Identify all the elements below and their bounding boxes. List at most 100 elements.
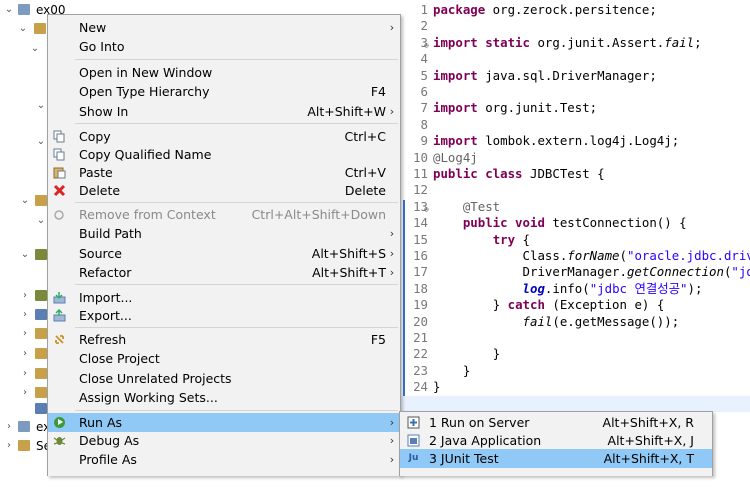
menu-item-shortcut: Ctrl+V [344,165,386,180]
code-line[interactable]: 2 [398,18,750,34]
package-icon [35,195,47,206]
collapse-arrow-icon[interactable]: ⌄ [30,40,40,58]
code-line[interactable]: 17 DriverManager.getConnection("jd [398,264,750,280]
code-editor[interactable]: 1 package org.zerock.persitence; 2 3 ⊖ impo… [398,0,750,475]
menu-item-go-into[interactable]: Go Into [48,37,400,56]
code-line[interactable]: 10 @Log4j [398,150,750,166]
menu-item-copy-qualified-name[interactable]: Copy Qualified Name [48,145,400,164]
code-line[interactable]: 23 } [398,363,750,379]
collapse-arrow-icon[interactable]: ⌄ [18,20,28,38]
code-line[interactable]: 3 ⊖ import static org.junit.Assert.fail; [398,35,750,51]
tree-item-servers[interactable]: › Se [0,437,51,455]
expand-arrow-icon[interactable]: › [20,365,30,383]
expand-arrow-icon[interactable]: › [20,325,30,343]
menu-item-open-type-hierarchy[interactable]: Open Type Hierarchy F4 [48,82,400,101]
menu-separator [75,410,398,411]
menu-item-remove-from-context: Remove from Context Ctrl+Alt+Shift+Down [48,205,400,224]
menu-item-paste[interactable]: Paste Ctrl+V [48,163,400,182]
junit-icon: Ju [408,453,419,463]
code-line[interactable]: 9 import lombok.extern.log4j.Log4j; [398,133,750,149]
submenu-item-java-application[interactable]: 2 Java Application Alt+Shift+X, J [400,431,712,450]
code-line[interactable]: 20 fail(e.getMessage()); [398,314,750,330]
line-number: 21 [413,330,428,345]
code-line[interactable]: 18 log.info("jdbc 연결성공"); [398,281,750,297]
tree-item[interactable]: ⌄ [0,133,50,151]
submenu-arrow-icon: › [389,416,395,429]
line-number: 8 [420,116,428,132]
code-line[interactable]: 8 [398,117,750,133]
submenu-item-run-on-server[interactable]: 1 Run on Server Alt+Shift+X, R [400,413,712,432]
expand-arrow-icon[interactable]: › [20,345,30,363]
code-line[interactable]: 5 import java.sql.DriverManager; [398,68,750,84]
collapse-arrow-icon[interactable]: ⌄ [20,246,30,264]
tree-item-project[interactable]: › ex00 [0,418,66,436]
tree-item[interactable]: › [0,306,50,324]
menu-item-assign-working-sets[interactable]: Assign Working Sets... [48,388,400,407]
tree-item[interactable]: ⌄ [0,40,50,58]
submenu-item-junit-test[interactable]: Ju 3 JUnit Test Alt+Shift+X, T [400,449,712,468]
code-line[interactable]: 14 public void testConnection() { [398,215,750,231]
tree-item[interactable]: ⌄ [0,192,50,210]
menu-item-export[interactable]: Export... [48,306,400,325]
tree-item[interactable]: › [0,365,50,383]
code-line[interactable]: 21 [398,330,750,346]
menu-item-shortcut: F4 [370,84,386,99]
menu-item-label: 2 Java Application [429,433,542,448]
code-line[interactable]: 16 Class.forName("oracle.jdbc.driv [398,248,750,264]
menu-item-refactor[interactable]: Refactor Alt+Shift+T › [48,263,400,282]
code-line[interactable]: 19 } catch (Exception e) { [398,297,750,313]
tree-item[interactable]: › [0,345,50,363]
menu-item-label: Debug As [79,433,140,448]
tree-item[interactable] [0,400,50,418]
menu-item-label: Refresh [79,332,127,347]
code-line[interactable]: 1 package org.zerock.persitence; [398,2,750,18]
menu-item-new[interactable]: New › [48,18,400,37]
menu-item-close-unrelated-projects[interactable]: Close Unrelated Projects [48,369,400,388]
menu-item-build-path[interactable]: Build Path › [48,224,400,243]
menu-item-label: Profile As [79,452,137,467]
menu-item-run-as[interactable]: Run As › [48,413,400,432]
submenu-item-next[interactable] [400,468,712,487]
line-number: 1 [420,2,428,17]
menu-item-refresh[interactable]: Refresh F5 [48,330,400,349]
menu-item-import[interactable]: Import... [48,288,400,307]
collapse-arrow-icon[interactable]: ⌄ [20,192,30,210]
expand-arrow-icon[interactable]: › [4,437,14,455]
collapse-arrow-icon[interactable]: ⌄ [4,1,14,19]
submenu-arrow-icon: › [389,453,395,466]
menu-item-open-in-new-window[interactable]: Open in New Window [48,63,400,82]
line-number: 6 [420,84,428,99]
tree-item[interactable]: › [0,287,50,305]
expand-arrow-icon[interactable]: › [20,287,30,305]
menu-item-source[interactable]: Source Alt+Shift+S › [48,244,400,263]
menu-item-label: Copy [79,129,111,144]
expand-arrow-icon[interactable]: › [20,306,30,324]
code-line[interactable]: 15 try { [398,232,750,248]
menu-item-profile-as[interactable]: Profile As › [48,450,400,469]
tree-item[interactable]: ⌄ [0,97,50,115]
code-line[interactable]: 24} [398,379,750,395]
line-number: 22 [413,346,428,362]
menu-item-delete[interactable]: Delete Delete [48,181,400,200]
code-line[interactable]: 7 import org.junit.Test; [398,100,750,116]
menu-item-copy[interactable]: Copy Ctrl+C [48,127,400,146]
tree-item[interactable]: › [0,325,50,343]
code-line[interactable]: 6 [398,84,750,100]
expand-arrow-icon[interactable]: › [4,418,14,436]
code-line[interactable]: 22 } [398,346,750,362]
tree-item[interactable]: ⌄ [0,212,50,230]
collapse-arrow-icon[interactable]: ⌄ [36,97,46,115]
current-line-highlight [398,395,750,412]
code-line[interactable]: 4 [398,51,750,67]
code-line[interactable]: 13 ⊖ @Test [398,199,750,215]
project-icon [18,421,30,432]
code-line[interactable]: 12 [398,182,750,198]
collapse-arrow-icon[interactable]: ⌄ [36,212,46,230]
tree-item[interactable]: ⌄ [0,246,50,264]
menu-item-close-project[interactable]: Close Project [48,349,400,368]
menu-item-show-in[interactable]: Show In Alt+Shift+W › [48,102,400,121]
collapse-arrow-icon[interactable]: ⌄ [36,133,46,151]
menu-item-debug-as[interactable]: Debug As › [48,431,400,450]
code-line[interactable]: 11 public class JDBCTest { [398,166,750,182]
tree-item[interactable]: ⌄ [0,20,50,38]
